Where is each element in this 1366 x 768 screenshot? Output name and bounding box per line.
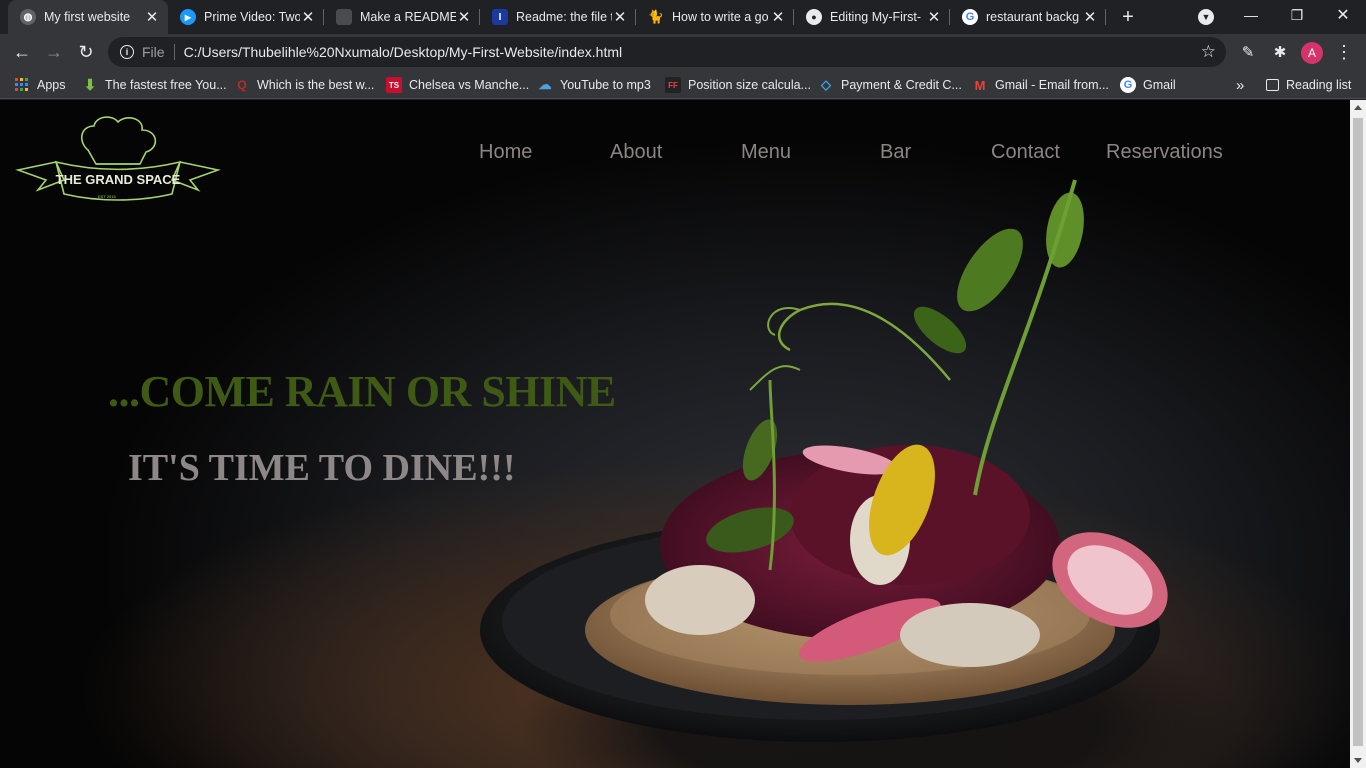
browser-toolbar: ← → ↻ i File C:/Users/Thubelihle%20Nxuma… (0, 34, 1366, 71)
bookmark-youtube-mp3[interactable]: ☁ YouTube to mp3 (537, 76, 651, 94)
bookmarks-bar: Apps ⬇ The fastest free You... Q Which i… (0, 71, 1366, 99)
reading-list-icon (1266, 79, 1279, 91)
tab-restaurant-background[interactable]: G restaurant backg ✕ (950, 0, 1106, 34)
tab-readme-file[interactable]: I Readme: the file t ✕ (480, 0, 636, 34)
address-bar[interactable]: i File C:/Users/Thubelihle%20Nxumalo/Des… (108, 37, 1226, 67)
menu-kebab-icon[interactable]: ⋮ (1334, 42, 1354, 62)
hero-subheadline: IT'S TIME TO DINE!!! (128, 447, 516, 489)
bookmark-label: Gmail (1143, 78, 1176, 92)
bookmark-label: YouTube to mp3 (560, 78, 651, 92)
nav-reservations-link[interactable]: Reservations (1106, 141, 1223, 164)
download-arrow-icon: ⬇ (83, 77, 97, 94)
tab-strip: ◍ My first website ✕ ▶ Prime Video: Two … (0, 0, 1366, 34)
reading-list-button[interactable]: Reading list (1266, 76, 1351, 94)
tab-title: restaurant backg (986, 10, 1080, 24)
google-icon: G (1120, 77, 1136, 93)
cat-icon: 🐈 (647, 9, 665, 24)
reading-list-label: Reading list (1286, 78, 1352, 92)
restore-button[interactable]: ❐ (1274, 0, 1320, 30)
bookmark-label: Chelsea vs Manche... (409, 78, 530, 92)
document-icon (336, 9, 352, 25)
bookmark-label: Payment & Credit C... (841, 78, 962, 92)
tab-separator (1105, 9, 1106, 25)
bookmark-which-is-best[interactable]: Q Which is the best w... (234, 76, 374, 94)
tab-editing-github[interactable]: ● Editing My-First- ✕ (794, 0, 950, 34)
apps-grid-icon (14, 77, 30, 93)
bookmark-fastest-free[interactable]: ⬇ The fastest free You... (82, 76, 227, 94)
gmail-icon: M (974, 77, 986, 93)
extensions-puzzle-icon[interactable]: ✱ (1270, 42, 1290, 62)
logo-subtext: EST 2015 (98, 194, 116, 199)
cloud-download-icon: ☁ (538, 77, 552, 92)
nav-about-link[interactable]: About (610, 141, 662, 164)
close-tab-icon[interactable]: ✕ (770, 9, 786, 26)
scroll-down-icon[interactable] (1354, 758, 1362, 763)
close-tab-icon[interactable]: ✕ (300, 9, 316, 26)
back-button[interactable]: ← (8, 38, 36, 66)
bookmark-gmail-email[interactable]: M Gmail - Email from... (972, 76, 1109, 94)
nav-bar-link[interactable]: Bar (880, 141, 911, 164)
tab-title: How to write a go (672, 10, 769, 24)
bookmarks-overflow-button[interactable]: » (1236, 76, 1244, 94)
hero-headline: ...COME RAIN OR SHINE (108, 367, 616, 416)
bookmark-label: Position size calcula... (688, 78, 811, 92)
bookmark-apps[interactable]: Apps (14, 76, 66, 94)
bookmark-label: Apps (37, 78, 66, 92)
nav-menu-link[interactable]: Menu (741, 141, 791, 164)
tab-search-icon[interactable]: ▼ (1198, 9, 1214, 25)
close-tab-icon[interactable]: ✕ (612, 9, 628, 26)
pen-extension-icon[interactable]: ✎ (1238, 42, 1258, 62)
bookmark-star-icon[interactable]: ☆ (1201, 42, 1216, 62)
nav-contact-link[interactable]: Contact (991, 141, 1060, 164)
food-dish-image (480, 179, 1168, 742)
ff-icon: FF (665, 77, 681, 93)
bookmark-position-size[interactable]: FF Position size calcula... (665, 76, 811, 94)
profile-avatar[interactable]: A (1301, 42, 1323, 64)
tab-title: My first website (44, 10, 131, 24)
site-info-icon[interactable]: i (120, 45, 134, 59)
page-scrollbar[interactable] (1350, 100, 1366, 768)
tab-prime-video[interactable]: ▶ Prime Video: Two ✕ (168, 0, 324, 34)
google-icon: G (962, 9, 978, 25)
tab-how-to-write[interactable]: 🐈 How to write a go ✕ (636, 0, 794, 34)
address-scheme: File (142, 44, 165, 60)
tab-title: Prime Video: Two (204, 10, 300, 24)
scrollbar-thumb[interactable] (1353, 118, 1363, 746)
bookmark-chelsea[interactable]: TS Chelsea vs Manche... (386, 76, 529, 94)
bookmark-label: Gmail - Email from... (995, 78, 1109, 92)
new-tab-button[interactable]: + (1116, 5, 1140, 29)
prime-video-icon: ▶ (180, 9, 196, 25)
bookmark-label: The fastest free You... (105, 78, 227, 92)
address-divider (173, 44, 175, 60)
minimize-button[interactable]: — (1228, 0, 1274, 30)
address-url[interactable]: C:/Users/Thubelihle%20Nxumalo/Desktop/My… (184, 44, 1201, 60)
close-tab-icon[interactable]: ✕ (926, 9, 942, 26)
readme-icon: I (492, 9, 508, 25)
bookmark-label: Which is the best w... (257, 78, 375, 92)
forward-button[interactable]: → (40, 38, 68, 66)
close-tab-icon[interactable]: ✕ (144, 9, 160, 26)
tab-title: Readme: the file t (516, 10, 612, 24)
github-icon: ● (806, 9, 822, 25)
tab-title: Editing My-First- (830, 10, 921, 24)
scroll-up-icon[interactable] (1354, 105, 1362, 110)
globe-icon: ◍ (20, 9, 36, 25)
quora-icon: Q (237, 78, 247, 92)
ts-icon: TS (386, 77, 402, 93)
bookmark-payment[interactable]: ◇ Payment & Credit C... (818, 76, 962, 94)
bookmark-gmail[interactable]: G Gmail (1120, 76, 1176, 94)
tab-make-a-readme[interactable]: Make a README ✕ (324, 0, 480, 34)
reload-button[interactable]: ↻ (72, 38, 100, 66)
website-viewport: THE GRAND SPACE EST 2015 Home About Menu… (0, 100, 1350, 768)
nav-home-link[interactable]: Home (479, 141, 532, 164)
logo-text: THE GRAND SPACE (56, 172, 181, 187)
grand-space-logo: THE GRAND SPACE EST 2015 (15, 116, 221, 201)
close-tab-icon[interactable]: ✕ (1082, 9, 1098, 26)
close-tab-icon[interactable]: ✕ (456, 9, 472, 26)
tab-my-first-website[interactable]: ◍ My first website ✕ (8, 0, 168, 34)
diamond-icon: ◇ (821, 77, 831, 92)
tab-title: Make a README (360, 10, 456, 24)
close-window-button[interactable]: ✕ (1320, 0, 1366, 30)
